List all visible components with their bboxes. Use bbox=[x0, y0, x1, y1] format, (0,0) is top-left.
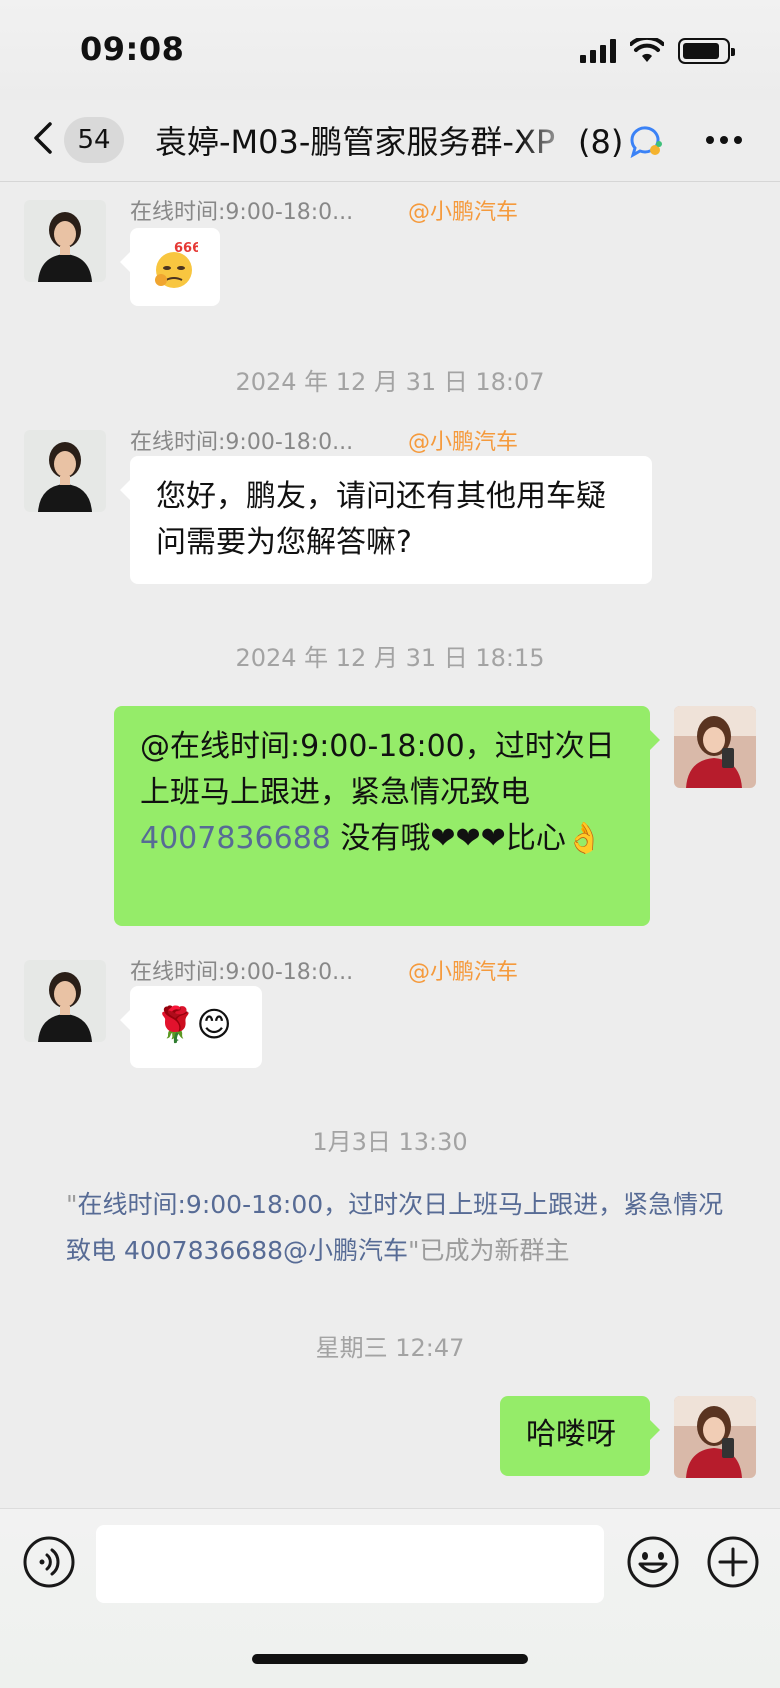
my-avatar[interactable] bbox=[674, 706, 756, 788]
sender-role-tag: @小鹏汽车 bbox=[408, 430, 519, 455]
voice-icon[interactable] bbox=[22, 1535, 76, 1589]
member-name-link[interactable]: 在线时间:9:00-18:00，过时次日上班马上跟进，紧急情况致电 400783… bbox=[66, 1190, 723, 1265]
home-indicator[interactable] bbox=[252, 1654, 528, 1664]
status-icons bbox=[580, 38, 735, 64]
sender-role-tag: @小鹏汽车 bbox=[408, 960, 519, 985]
message-bubble[interactable]: 666 bbox=[120, 228, 220, 306]
message-text: @在线时间:9:00-18:00，过时次日上班马上跟进，紧急情况致电 bbox=[140, 729, 615, 810]
avatar[interactable] bbox=[24, 200, 106, 282]
system-message: "在线时间:9:00-18:00，过时次日上班马上跟进，紧急情况致电 40078… bbox=[66, 1182, 726, 1274]
phone-number-link[interactable]: 4007836688 bbox=[140, 821, 331, 856]
message-bubble-sent[interactable]: @在线时间:9:00-18:00，过时次日上班马上跟进，紧急情况致电 40078… bbox=[114, 706, 660, 926]
sender-name: 在线时间:9:00-18:0... bbox=[130, 960, 354, 985]
cellular-signal-icon bbox=[580, 39, 616, 63]
avatar[interactable] bbox=[24, 430, 106, 512]
sender-name: 在线时间:9:00-18:0... bbox=[130, 430, 354, 455]
status-bar: 09:08 bbox=[0, 0, 780, 100]
svg-text:666: 666 bbox=[174, 241, 198, 256]
title-fade bbox=[520, 120, 580, 164]
quote-mark: " bbox=[66, 1190, 78, 1219]
my-avatar[interactable] bbox=[674, 1396, 756, 1478]
avatar[interactable] bbox=[24, 960, 106, 1042]
message-bubble[interactable]: 您好，鹏友，请问还有其他用车疑问需要为您解答嘛? bbox=[120, 456, 652, 584]
timestamp: 星期三 12:47 bbox=[315, 1334, 465, 1362]
back-button[interactable] bbox=[28, 118, 58, 158]
sender-role-tag: @小鹏汽车 bbox=[408, 200, 519, 225]
thinking-666-emoji-icon: 666 bbox=[155, 241, 201, 288]
more-icon[interactable] bbox=[706, 136, 742, 144]
timestamp: 1月3日 13:30 bbox=[312, 1128, 468, 1156]
emoji-icon[interactable] bbox=[626, 1535, 680, 1589]
plus-icon[interactable] bbox=[706, 1535, 760, 1589]
sender-name: 在线时间:9:00-18:0... bbox=[130, 200, 354, 225]
message-bubble-sent[interactable]: 哈喽呀 bbox=[500, 1396, 660, 1476]
unread-count-badge[interactable]: 54 bbox=[64, 117, 124, 163]
chat-header: 54 袁婷-M03-鹏管家服务群-XP (8) bbox=[0, 100, 780, 182]
wifi-icon bbox=[630, 38, 664, 62]
message-input[interactable] bbox=[96, 1525, 604, 1603]
message-text: 没有哦❤❤❤比心👌 bbox=[330, 821, 604, 856]
group-chat-icon[interactable] bbox=[628, 124, 664, 160]
battery-icon bbox=[678, 38, 735, 64]
member-count[interactable]: (8) bbox=[578, 120, 623, 164]
timestamp: 2024 年 12 月 31 日 18:15 bbox=[235, 644, 545, 672]
timestamp: 2024 年 12 月 31 日 18:07 bbox=[235, 368, 545, 396]
status-time: 09:08 bbox=[80, 30, 185, 68]
battery-level bbox=[683, 43, 719, 59]
system-message-suffix: "已成为新群主 bbox=[408, 1236, 570, 1265]
message-bubble[interactable]: 🌹😊 bbox=[120, 986, 262, 1068]
